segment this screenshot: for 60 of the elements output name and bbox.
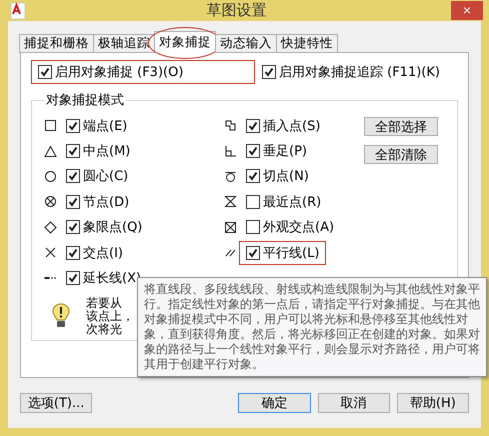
crossed-circle-icon <box>44 195 57 208</box>
checkbox[interactable] <box>38 65 52 79</box>
lightbulb-icon <box>52 303 70 330</box>
insertion-icon <box>224 119 237 132</box>
tooltip: 将直线段、多段线线段、射线或构造线限制为与其他线性对象平行。指定线性对象的第一点后，请指定平行对象捕捉。与在其他对象捕捉模式中不同，用户可以将光标和悬停移至其他线性对象，直到获得角度。然后，将光标移回正在创建的对象。如果对象的路径与上一个线性对象平行，则会显示对齐路径，用户可将其用于创建平行对象。 <box>137 277 487 377</box>
dialog-button[interactable]: 帮助(H) <box>396 393 469 413</box>
checkbox-label: 启用对象捕捉 (F3)(O) <box>55 64 184 81</box>
checkbox-label: 中点(M) <box>83 143 130 160</box>
checkbox[interactable] <box>262 65 276 79</box>
checkbox[interactable] <box>66 194 80 209</box>
action-button[interactable]: 全部清除 <box>364 145 438 164</box>
dialog-button[interactable]: 取消 <box>318 393 390 413</box>
hourglass-icon <box>224 195 237 208</box>
checkbox-label: 端点(E) <box>83 118 128 135</box>
checkbox-label: 启用对象捕捉追踪 (F11)(K) <box>279 64 440 81</box>
checkbox-label: 切点(N) <box>263 168 309 186</box>
cross-icon <box>44 246 57 260</box>
tab[interactable]: 捕捉和栅格 <box>19 34 94 53</box>
checkbox[interactable] <box>246 144 260 158</box>
square-icon <box>44 119 57 132</box>
checkbox-label: 交点(I) <box>83 244 123 262</box>
app-icon <box>10 2 26 20</box>
checkbox-label: 垂足(P) <box>263 143 307 160</box>
checkbox[interactable] <box>66 144 80 158</box>
close-button[interactable]: × <box>451 1 483 20</box>
tab[interactable]: 快捷特性 <box>276 34 338 53</box>
checkbox-label: 外观交点(A) <box>263 219 334 236</box>
checkbox-label: 象限点(Q) <box>83 219 142 236</box>
action-button[interactable]: 全部选择 <box>364 117 438 136</box>
checkbox[interactable] <box>66 169 80 184</box>
tab[interactable]: 对象捕捉 <box>154 31 216 53</box>
options-button[interactable]: 选项(T)... <box>20 393 92 413</box>
perpendicular-icon <box>224 144 237 158</box>
checkbox[interactable] <box>66 220 80 234</box>
dashed-line-icon <box>44 277 56 280</box>
checkbox[interactable] <box>246 194 260 209</box>
window-title: 草图设置 <box>206 1 268 20</box>
hint-text: 次将光 <box>86 322 123 336</box>
checkbox[interactable] <box>246 169 260 184</box>
circle-icon <box>44 170 57 183</box>
group-title: 对象捕捉模式 <box>45 92 125 109</box>
hint-text: 若要从 <box>86 296 123 310</box>
crossed-square-icon <box>224 220 237 234</box>
checkbox-label: 节点(D) <box>83 194 130 211</box>
hint-text: 该点上， <box>86 310 134 323</box>
checkbox[interactable] <box>66 271 80 286</box>
diamond-icon <box>44 220 57 234</box>
checkbox-label: 插入点(S) <box>263 118 320 135</box>
checkbox[interactable] <box>66 118 80 133</box>
checkbox-label: 平行线(L) <box>263 244 320 262</box>
checkbox[interactable] <box>246 246 260 260</box>
triangle-icon <box>44 144 57 158</box>
checkbox-label: 最近点(R) <box>263 194 322 211</box>
checkbox[interactable] <box>246 220 260 234</box>
checkbox-label: 圆心(C) <box>83 168 128 186</box>
dialog-button[interactable]: 确定 <box>238 393 310 413</box>
tab[interactable]: 动态输入 <box>215 34 277 53</box>
checkbox[interactable] <box>66 246 80 260</box>
checkbox[interactable] <box>246 118 260 133</box>
tangent-icon <box>224 170 237 183</box>
